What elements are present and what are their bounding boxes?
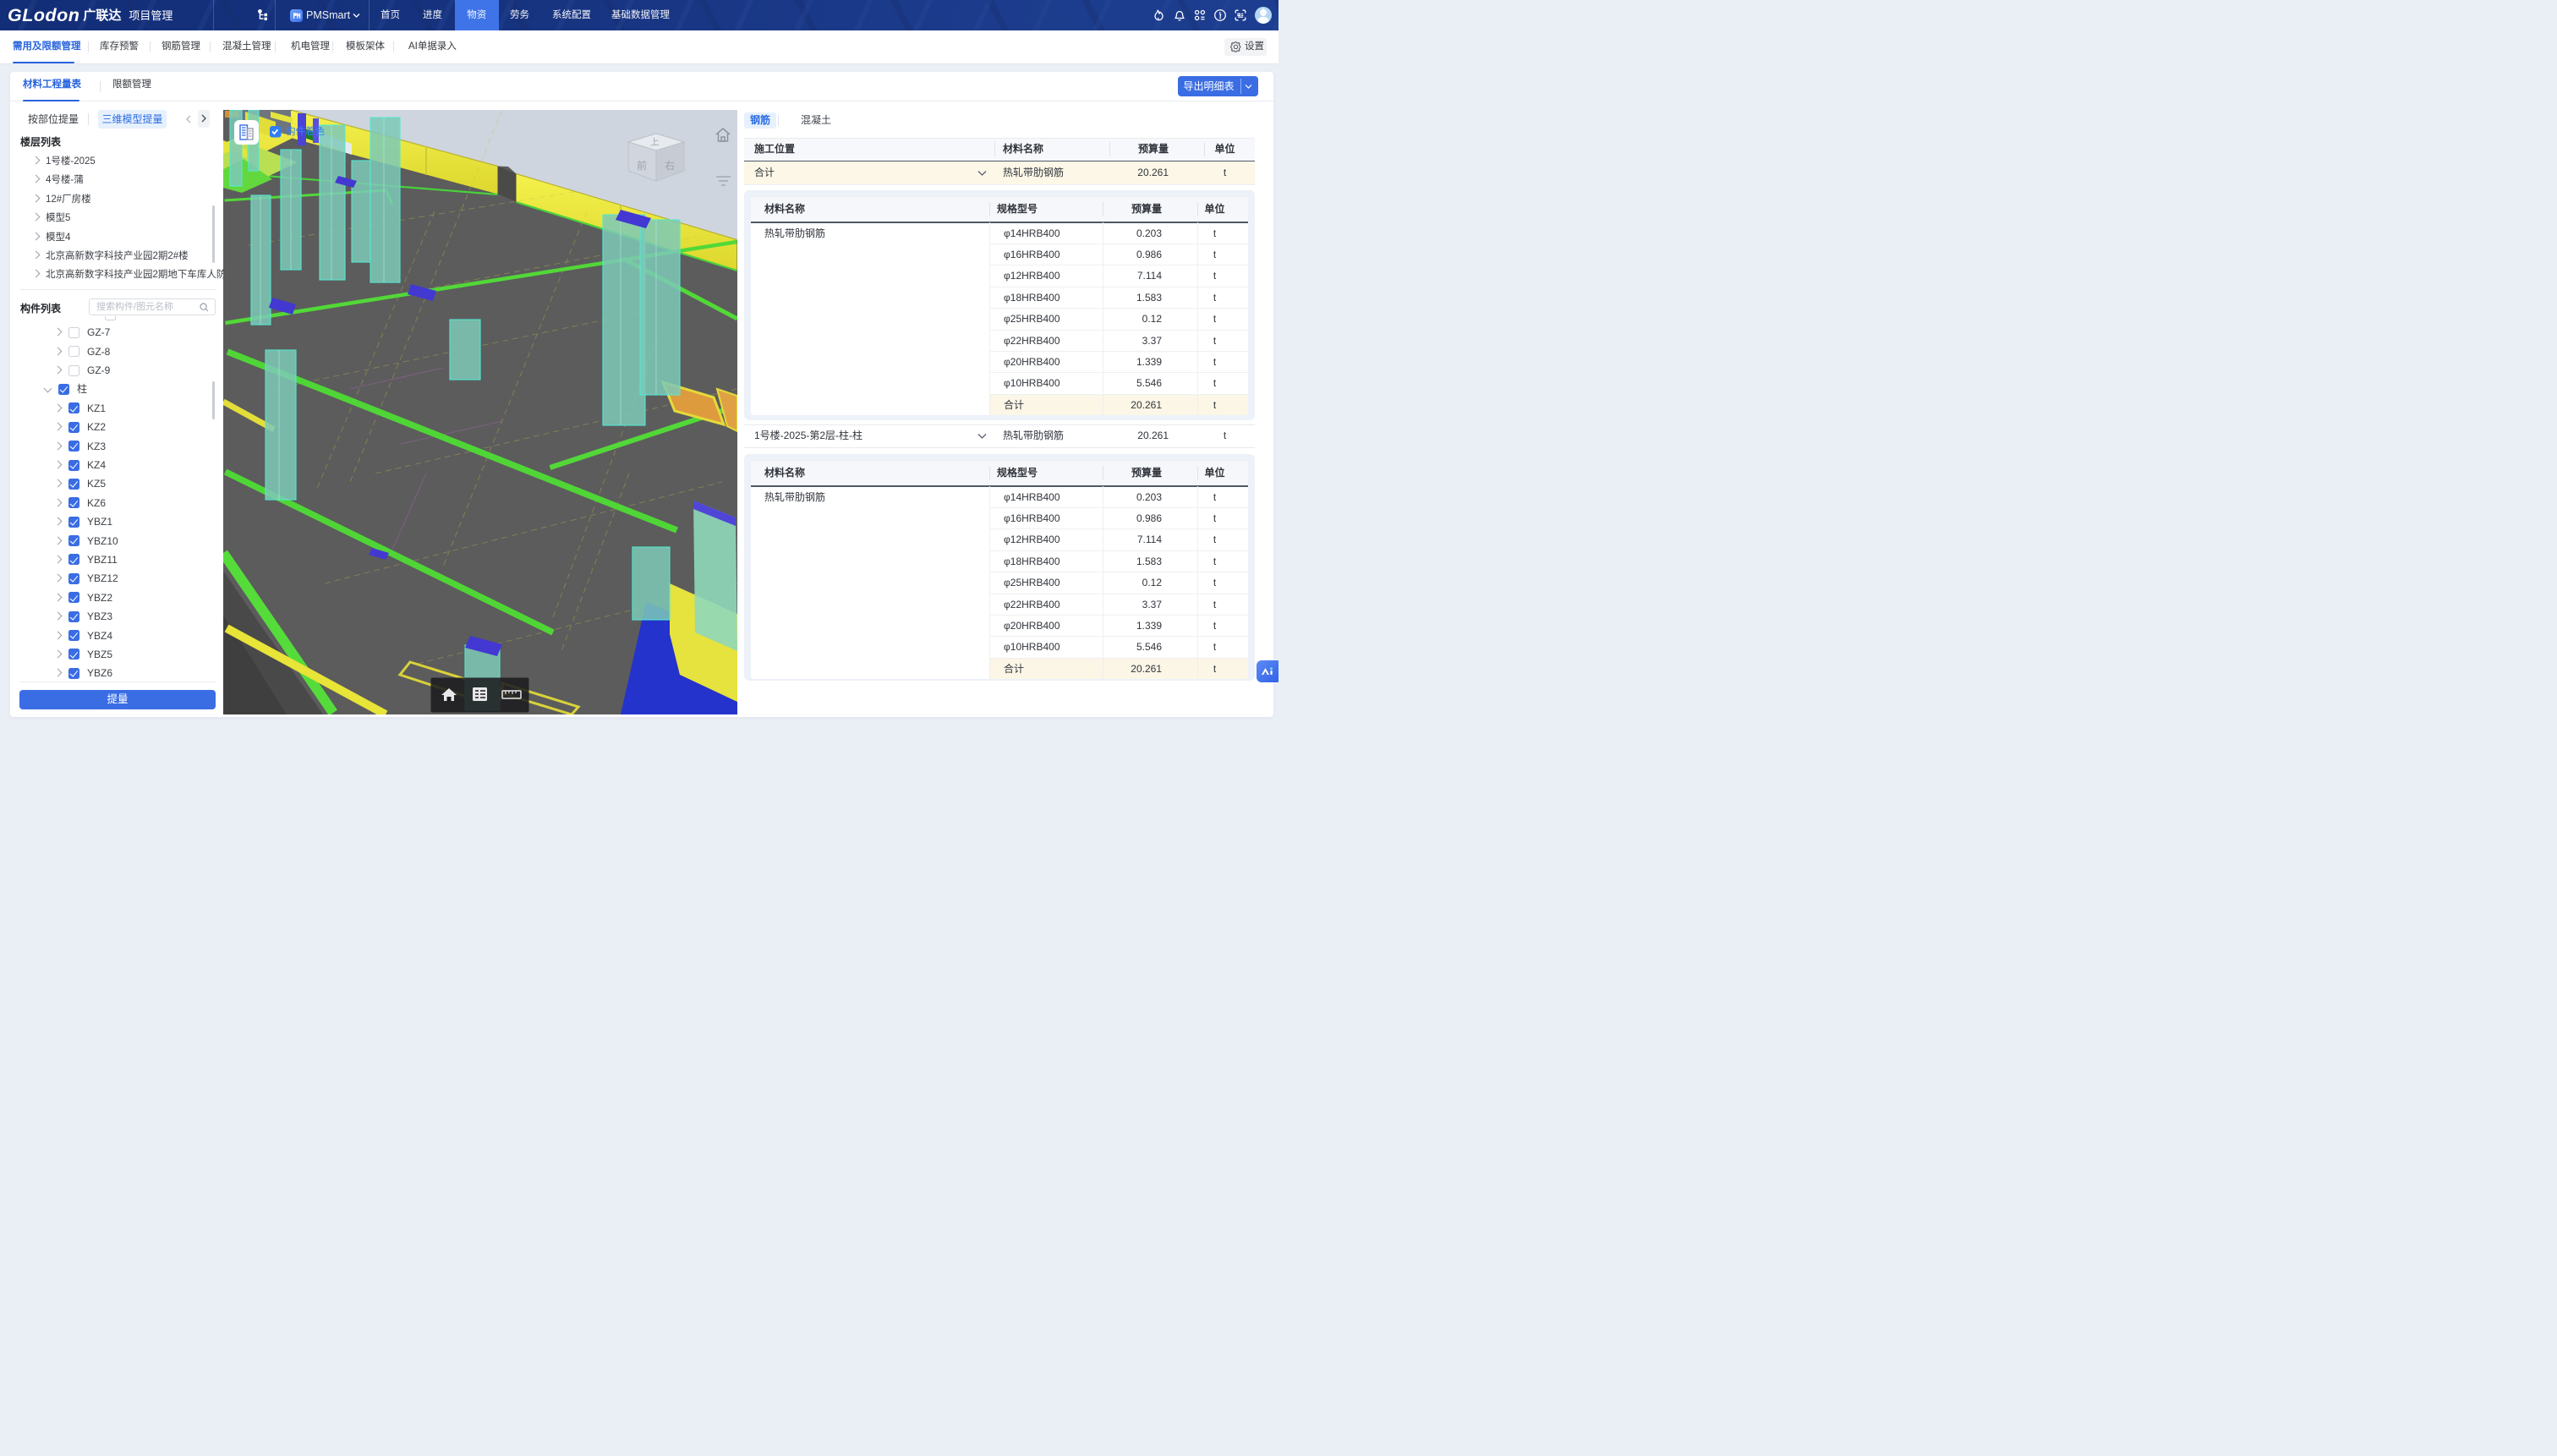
- svg-text:构件着色: 构件着色: [286, 124, 325, 138]
- svg-text:上: 上: [649, 134, 660, 149]
- svg-text:右: 右: [665, 158, 675, 172]
- svg-text:前: 前: [637, 158, 647, 172]
